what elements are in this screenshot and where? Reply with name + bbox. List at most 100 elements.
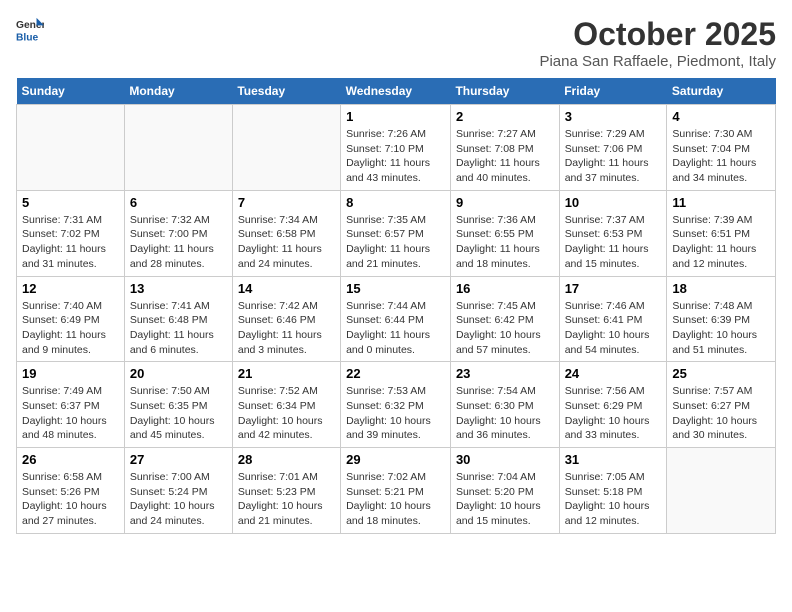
day-number: 26 xyxy=(22,452,119,467)
day-info: Sunrise: 7:27 AM Sunset: 7:08 PM Dayligh… xyxy=(456,127,554,186)
day-number: 23 xyxy=(456,366,554,381)
day-number: 15 xyxy=(346,281,445,296)
calendar-cell: 15 Sunrise: 7:44 AM Sunset: 6:44 PM Dayli… xyxy=(341,276,451,362)
day-info: Sunrise: 7:36 AM Sunset: 6:55 PM Dayligh… xyxy=(456,213,554,272)
week-row-1: 5Sunrise: 7:31 AM Sunset: 7:02 PM Daylig… xyxy=(17,190,776,276)
day-number: 20 xyxy=(130,366,227,381)
calendar-cell xyxy=(17,105,125,191)
day-number: 12 xyxy=(22,281,119,296)
weekday-header-tuesday: Tuesday xyxy=(232,78,340,105)
calendar-cell: 23 Sunrise: 7:54 AM Sunset: 6:30 PM Dayli… xyxy=(450,362,559,448)
day-info: Sunrise: 6:58 AM Sunset: 5:26 PM Dayligh… xyxy=(22,470,119,529)
calendar-cell: 5Sunrise: 7:31 AM Sunset: 7:02 PM Daylig… xyxy=(17,190,125,276)
calendar-cell: 30Sunrise: 7:04 AM Sunset: 5:20 PM Dayli… xyxy=(450,448,559,534)
calendar-cell: 25Sunrise: 7:57 AM Sunset: 6:27 PM Dayli… xyxy=(667,362,776,448)
day-info: Sunrise: 7:44 AM Sunset: 6:44 PM Dayligh… xyxy=(346,299,445,358)
week-row-3: 19 Sunrise: 7:49 AM Sunset: 6:37 PM Dayli… xyxy=(17,362,776,448)
day-number: 3 xyxy=(565,109,662,124)
day-info: Sunrise: 7:32 AM Sunset: 7:00 PM Dayligh… xyxy=(130,213,227,272)
day-number: 13 xyxy=(130,281,227,296)
weekday-header-sunday: Sunday xyxy=(17,78,125,105)
calendar-cell: 2 Sunrise: 7:27 AM Sunset: 7:08 PM Daylig… xyxy=(450,105,559,191)
day-info: Sunrise: 7:49 AM Sunset: 6:37 PM Dayligh… xyxy=(22,384,119,443)
calendar-cell: 21Sunrise: 7:52 AM Sunset: 6:34 PM Dayli… xyxy=(232,362,340,448)
day-info: Sunrise: 7:26 AM Sunset: 7:10 PM Dayligh… xyxy=(346,127,445,186)
weekday-header-wednesday: Wednesday xyxy=(341,78,451,105)
day-number: 29 xyxy=(346,452,445,467)
weekday-header-friday: Friday xyxy=(559,78,667,105)
calendar-cell: 22 Sunrise: 7:53 AM Sunset: 6:32 PM Dayli… xyxy=(341,362,451,448)
calendar-cell: 28 Sunrise: 7:01 AM Sunset: 5:23 PM Dayli… xyxy=(232,448,340,534)
weekday-header-saturday: Saturday xyxy=(667,78,776,105)
week-row-4: 26 Sunrise: 6:58 AM Sunset: 5:26 PM Dayli… xyxy=(17,448,776,534)
calendar-cell: 24 Sunrise: 7:56 AM Sunset: 6:29 PM Dayli… xyxy=(559,362,667,448)
logo: General Blue xyxy=(16,16,44,44)
day-number: 6 xyxy=(130,195,227,210)
day-info: Sunrise: 7:45 AM Sunset: 6:42 PM Dayligh… xyxy=(456,299,554,358)
calendar-cell: 9 Sunrise: 7:36 AM Sunset: 6:55 PM Daylig… xyxy=(450,190,559,276)
day-info: Sunrise: 7:29 AM Sunset: 7:06 PM Dayligh… xyxy=(565,127,662,186)
day-number: 17 xyxy=(565,281,662,296)
calendar-cell: 12 Sunrise: 7:40 AM Sunset: 6:49 PM Dayli… xyxy=(17,276,125,362)
calendar-cell: 29Sunrise: 7:02 AM Sunset: 5:21 PM Dayli… xyxy=(341,448,451,534)
logo-icon: General Blue xyxy=(16,16,44,44)
title-block: October 2025 Piana San Raffaele, Piedmon… xyxy=(539,16,776,70)
day-number: 27 xyxy=(130,452,227,467)
day-number: 14 xyxy=(238,281,335,296)
day-number: 4 xyxy=(672,109,770,124)
day-number: 30 xyxy=(456,452,554,467)
day-info: Sunrise: 7:56 AM Sunset: 6:29 PM Dayligh… xyxy=(565,384,662,443)
day-info: Sunrise: 7:35 AM Sunset: 6:57 PM Dayligh… xyxy=(346,213,445,272)
day-number: 16 xyxy=(456,281,554,296)
main-title: October 2025 xyxy=(539,16,776,53)
day-number: 28 xyxy=(238,452,335,467)
day-number: 9 xyxy=(456,195,554,210)
calendar-cell: 19 Sunrise: 7:49 AM Sunset: 6:37 PM Dayli… xyxy=(17,362,125,448)
calendar-cell: 18Sunrise: 7:48 AM Sunset: 6:39 PM Dayli… xyxy=(667,276,776,362)
calendar-cell: 8 Sunrise: 7:35 AM Sunset: 6:57 PM Daylig… xyxy=(341,190,451,276)
page-header: General Blue October 2025 Piana San Raff… xyxy=(16,16,776,70)
calendar-cell: 1 Sunrise: 7:26 AM Sunset: 7:10 PM Daylig… xyxy=(341,105,451,191)
weekday-header-monday: Monday xyxy=(124,78,232,105)
calendar-cell: 13 Sunrise: 7:41 AM Sunset: 6:48 PM Dayli… xyxy=(124,276,232,362)
day-info: Sunrise: 7:34 AM Sunset: 6:58 PM Dayligh… xyxy=(238,213,335,272)
day-number: 7 xyxy=(238,195,335,210)
day-info: Sunrise: 7:42 AM Sunset: 6:46 PM Dayligh… xyxy=(238,299,335,358)
day-info: Sunrise: 7:40 AM Sunset: 6:49 PM Dayligh… xyxy=(22,299,119,358)
calendar-cell: 11 Sunrise: 7:39 AM Sunset: 6:51 PM Dayli… xyxy=(667,190,776,276)
day-info: Sunrise: 7:50 AM Sunset: 6:35 PM Dayligh… xyxy=(130,384,227,443)
day-number: 22 xyxy=(346,366,445,381)
day-number: 24 xyxy=(565,366,662,381)
day-number: 11 xyxy=(672,195,770,210)
day-number: 19 xyxy=(22,366,119,381)
calendar-cell: 17 Sunrise: 7:46 AM Sunset: 6:41 PM Dayli… xyxy=(559,276,667,362)
weekday-header-thursday: Thursday xyxy=(450,78,559,105)
day-info: Sunrise: 7:01 AM Sunset: 5:23 PM Dayligh… xyxy=(238,470,335,529)
weekday-header-row: SundayMondayTuesdayWednesdayThursdayFrid… xyxy=(17,78,776,105)
calendar-cell: 4Sunrise: 7:30 AM Sunset: 7:04 PM Daylig… xyxy=(667,105,776,191)
day-info: Sunrise: 7:05 AM Sunset: 5:18 PM Dayligh… xyxy=(565,470,662,529)
day-info: Sunrise: 7:53 AM Sunset: 6:32 PM Dayligh… xyxy=(346,384,445,443)
day-number: 31 xyxy=(565,452,662,467)
day-info: Sunrise: 7:46 AM Sunset: 6:41 PM Dayligh… xyxy=(565,299,662,358)
subtitle: Piana San Raffaele, Piedmont, Italy xyxy=(539,53,776,70)
calendar-cell: 14 Sunrise: 7:42 AM Sunset: 6:46 PM Dayli… xyxy=(232,276,340,362)
day-number: 1 xyxy=(346,109,445,124)
calendar-cell: 20 Sunrise: 7:50 AM Sunset: 6:35 PM Dayli… xyxy=(124,362,232,448)
calendar-cell xyxy=(667,448,776,534)
day-number: 8 xyxy=(346,195,445,210)
day-number: 25 xyxy=(672,366,770,381)
day-info: Sunrise: 7:39 AM Sunset: 6:51 PM Dayligh… xyxy=(672,213,770,272)
day-number: 18 xyxy=(672,281,770,296)
day-info: Sunrise: 7:37 AM Sunset: 6:53 PM Dayligh… xyxy=(565,213,662,272)
day-number: 21 xyxy=(238,366,335,381)
calendar-cell: 10Sunrise: 7:37 AM Sunset: 6:53 PM Dayli… xyxy=(559,190,667,276)
svg-text:Blue: Blue xyxy=(16,32,39,43)
week-row-2: 12 Sunrise: 7:40 AM Sunset: 6:49 PM Dayli… xyxy=(17,276,776,362)
day-info: Sunrise: 7:41 AM Sunset: 6:48 PM Dayligh… xyxy=(130,299,227,358)
day-info: Sunrise: 7:54 AM Sunset: 6:30 PM Dayligh… xyxy=(456,384,554,443)
calendar-table: SundayMondayTuesdayWednesdayThursdayFrid… xyxy=(16,78,776,534)
calendar-cell: 26 Sunrise: 6:58 AM Sunset: 5:26 PM Dayli… xyxy=(17,448,125,534)
day-number: 2 xyxy=(456,109,554,124)
calendar-cell: 6 Sunrise: 7:32 AM Sunset: 7:00 PM Daylig… xyxy=(124,190,232,276)
